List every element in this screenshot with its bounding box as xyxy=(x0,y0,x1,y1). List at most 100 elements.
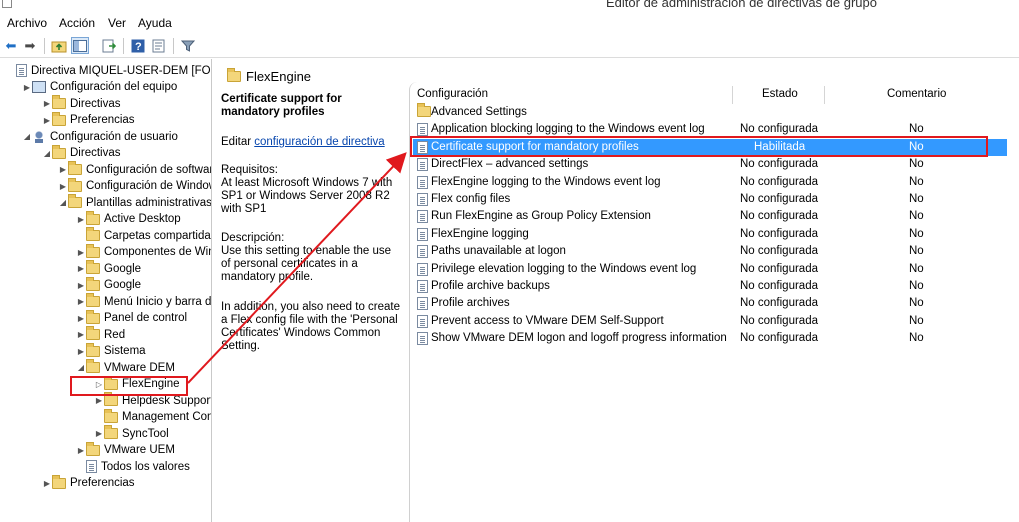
setting-name: Privilege elevation logging to the Windo… xyxy=(431,262,697,275)
export-list-icon[interactable] xyxy=(100,37,118,54)
collapse-arrow-icon[interactable]: ◢ xyxy=(76,363,86,372)
setting-comment: No xyxy=(909,297,924,310)
tree-item-label: Plantillas administrativas: de xyxy=(86,196,212,209)
column-header-comment[interactable]: Comentario xyxy=(887,88,946,105)
setting-state: No configurada xyxy=(740,227,818,240)
back-icon[interactable]: ⬅ xyxy=(2,37,20,54)
toolbar: ⬅ ➡ ? xyxy=(0,34,1019,58)
description-text-2: In addition, you also need to create a F… xyxy=(221,301,401,352)
setting-comment: No xyxy=(909,210,924,223)
expand-arrow-icon[interactable]: ▶ xyxy=(94,396,104,405)
expand-arrow-icon[interactable]: ▶ xyxy=(76,347,86,356)
setting-name: Profile archives xyxy=(431,297,510,310)
expand-arrow-icon[interactable]: ▶ xyxy=(42,116,52,125)
tree-item[interactable]: ▶ Directivas xyxy=(42,95,120,112)
tree-item[interactable]: ◢ VMware DEM xyxy=(76,359,175,376)
tree-item[interactable]: ▶ Google xyxy=(76,276,141,294)
tree-item[interactable]: ▶ Configuración de Windows xyxy=(58,177,211,195)
edit-policy-link[interactable]: configuración de directiva xyxy=(254,136,384,148)
tree-item[interactable]: ▶ SyncTool xyxy=(94,425,169,442)
menu-ver[interactable]: Ver xyxy=(108,16,126,30)
setting-row[interactable]: Run FlexEngine as Group Policy Extension… xyxy=(413,208,1007,225)
tree-item[interactable]: ▶ Preferencias xyxy=(42,111,135,129)
column-separator[interactable] xyxy=(824,86,825,104)
setting-state: No configurada xyxy=(740,175,818,188)
expand-arrow-icon[interactable]: ▶ xyxy=(76,446,86,455)
tree-item[interactable]: Management Consol xyxy=(94,408,211,426)
tree-item[interactable]: ▶ Panel de control xyxy=(76,309,187,327)
column-separator[interactable] xyxy=(732,86,733,104)
forward-icon[interactable]: ➡ xyxy=(21,37,39,54)
collapse-arrow-icon[interactable]: ◢ xyxy=(58,198,68,207)
setting-row[interactable]: Flex config files No configurada No xyxy=(413,191,1007,208)
setting-comment: No xyxy=(909,280,924,292)
menu-ayuda[interactable]: Ayuda xyxy=(138,16,172,30)
expand-arrow-icon[interactable]: ▶ xyxy=(76,330,86,339)
setting-name: Advanced Settings xyxy=(431,106,527,118)
expand-arrow-icon[interactable]: ▶ xyxy=(58,182,68,191)
folder-icon xyxy=(52,111,66,126)
tree-item[interactable]: ▶ Red xyxy=(76,326,125,343)
user-icon xyxy=(32,130,46,143)
tree-item-label: Configuración de usuario xyxy=(50,130,178,143)
folder-icon xyxy=(52,144,66,159)
tree-item[interactable]: ▶ Menú Inicio y barra de ta xyxy=(76,293,211,310)
collapse-arrow-icon[interactable]: ◢ xyxy=(22,132,32,141)
tree-item-label: Red xyxy=(104,328,126,341)
setting-row[interactable]: Privilege elevation logging to the Windo… xyxy=(413,261,1007,278)
expand-arrow-icon[interactable]: ▶ xyxy=(76,297,86,306)
expand-arrow-icon[interactable]: ▶ xyxy=(58,165,68,174)
folder-icon xyxy=(86,243,100,258)
tree-item[interactable]: ◢ Plantillas administrativas: de xyxy=(58,194,212,211)
tree-item[interactable]: ▶ Google xyxy=(76,260,141,277)
collapse-arrow-icon[interactable]: ◢ xyxy=(42,149,52,158)
tree-item[interactable]: ▶ Configuración del equipo xyxy=(22,79,177,96)
title-bar: Editor de administración de directivas d… xyxy=(0,0,1019,12)
toolbar-separator xyxy=(173,38,174,54)
tree-item[interactable]: ▶ Componentes de Windo xyxy=(76,243,211,261)
setting-row[interactable]: DirectFlex – advanced settings No configu… xyxy=(413,156,1007,173)
setting-row[interactable]: Paths unavailable at logon No configurada… xyxy=(413,243,1007,260)
expand-arrow-icon[interactable]: ▶ xyxy=(76,248,86,257)
expand-arrow-icon[interactable]: ▶ xyxy=(76,264,86,273)
folder-icon xyxy=(104,392,118,406)
expand-arrow-icon[interactable]: ▶ xyxy=(42,479,52,488)
tree-item[interactable]: ▶ Sistema xyxy=(76,342,146,360)
expand-arrow-icon[interactable]: ▶ xyxy=(76,215,86,224)
expand-arrow-icon[interactable]: ▶ xyxy=(76,281,86,290)
tree-item[interactable]: ▶ Preferencias xyxy=(42,474,135,492)
tree-item[interactable]: Todos los valores xyxy=(76,458,190,475)
setting-row[interactable]: FlexEngine logging No configurada No xyxy=(413,226,1007,243)
setting-name: Run FlexEngine as Group Policy Extension xyxy=(431,210,651,223)
expand-arrow-icon[interactable]: ▶ xyxy=(94,429,104,438)
expand-arrow-icon[interactable]: ▶ xyxy=(22,83,32,92)
help-icon[interactable]: ? xyxy=(129,37,147,54)
column-header-name[interactable]: Configuración xyxy=(417,88,488,105)
tree-item-label: SyncTool xyxy=(122,427,169,440)
setting-row[interactable]: Prevent access to VMware DEM Self-Suppor… xyxy=(413,313,1007,330)
tree-item[interactable]: ▶ Configuración de software xyxy=(58,161,212,178)
show-hide-tree-icon[interactable] xyxy=(71,37,89,54)
expand-arrow-icon[interactable]: ▶ xyxy=(42,99,52,108)
up-folder-icon[interactable] xyxy=(50,37,68,54)
tree-item[interactable]: Directiva MIQUEL-USER-DEM [FORMAC xyxy=(6,62,211,79)
menu-archivo[interactable]: Archivo xyxy=(7,16,47,30)
tree-item[interactable]: ▶ VMware UEM xyxy=(76,441,175,459)
tree-item[interactable]: ▶ Active Desktop xyxy=(76,210,181,228)
tree-item-label: Configuración de software xyxy=(86,163,212,176)
tree-item[interactable]: Carpetas compartidas xyxy=(76,227,211,244)
filter-icon[interactable] xyxy=(179,37,197,54)
column-header-state[interactable]: Estado xyxy=(762,88,798,105)
setting-row[interactable]: FlexEngine logging to the Windows event … xyxy=(413,174,1007,191)
setting-comment: No xyxy=(909,123,924,136)
properties-icon[interactable] xyxy=(150,37,168,54)
tree-item[interactable]: ◢ Directivas xyxy=(42,144,120,162)
setting-row[interactable]: Profile archive backups No configurada No xyxy=(413,278,1007,295)
setting-row[interactable]: Show VMware DEM logon and logoff progres… xyxy=(413,330,1007,347)
setting-row[interactable]: Profile archives No configurada No xyxy=(413,295,1007,312)
menu-accion[interactable]: Acción xyxy=(59,16,95,30)
settings-folder-row[interactable]: Advanced Settings xyxy=(413,103,1007,121)
expand-arrow-icon[interactable]: ▶ xyxy=(76,314,86,323)
tree-item[interactable]: ◢ Configuración de usuario xyxy=(22,128,178,145)
folder-icon xyxy=(104,408,118,423)
